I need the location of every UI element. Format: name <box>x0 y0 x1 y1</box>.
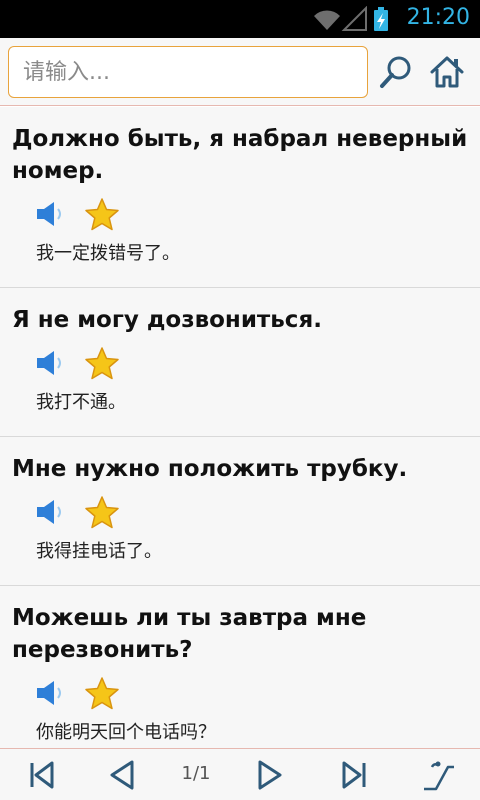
search-input[interactable] <box>8 46 368 98</box>
search-icon <box>380 56 411 88</box>
list-item[interactable]: Я не могу дозвониться. 我打不通。 <box>0 288 480 437</box>
speaker-icon[interactable] <box>34 497 66 527</box>
jump-icon <box>424 761 454 791</box>
chinese-translation: 我打不通。 <box>36 392 126 413</box>
skip-last-icon <box>342 761 366 789</box>
favorite-star-icon[interactable] <box>84 676 120 710</box>
russian-phrase: Я не могу дозвониться. <box>12 307 322 333</box>
bottom-nav: 1/1 <box>0 748 480 800</box>
wifi-icon <box>314 10 340 30</box>
item-actions <box>12 342 468 388</box>
next-page-button[interactable] <box>254 759 286 791</box>
previous-page-button[interactable] <box>106 759 138 791</box>
russian-phrase: Мне нужно положить трубку. <box>12 456 408 482</box>
search-bar <box>0 38 480 106</box>
favorite-star-icon[interactable] <box>84 495 120 529</box>
favorite-star-icon[interactable] <box>84 197 120 231</box>
jump-button[interactable] <box>422 759 454 791</box>
speaker-icon[interactable] <box>34 678 66 708</box>
chinese-translation: 你能明天回个电话吗？ <box>36 722 216 743</box>
status-time: 21:20 <box>406 5 470 30</box>
list-item[interactable]: Мне нужно положить трубку. 我得挂电话了。 <box>0 437 480 586</box>
list-item[interactable]: Должно быть, я набрал неверный номер. 我一… <box>0 107 480 288</box>
home-button[interactable] <box>428 53 466 91</box>
first-page-button[interactable] <box>26 759 58 791</box>
favorite-star-icon[interactable] <box>84 346 120 380</box>
next-icon <box>258 760 282 790</box>
status-bar: 21:20 <box>0 0 480 38</box>
russian-phrase: Можешь ли ты завтра мне перезвонить? <box>12 605 367 663</box>
item-actions <box>12 193 468 239</box>
status-icons <box>314 6 388 31</box>
home-icon <box>430 56 464 88</box>
item-actions <box>12 491 468 537</box>
speaker-icon[interactable] <box>34 199 66 229</box>
last-page-button[interactable] <box>338 759 370 791</box>
skip-first-icon <box>30 761 54 789</box>
battery-charging-icon <box>374 7 388 31</box>
russian-phrase: Должно быть, я набрал неверный номер. <box>12 126 468 184</box>
list-item[interactable]: Можешь ли ты завтра мне перезвонить? 你能明… <box>0 586 480 748</box>
phrase-list[interactable]: Должно быть, я набрал неверный номер. 我一… <box>0 107 480 748</box>
previous-icon <box>110 760 134 790</box>
chinese-translation: 我得挂电话了。 <box>36 541 162 562</box>
chinese-translation: 我一定拨错号了。 <box>36 243 180 264</box>
search-button[interactable] <box>378 54 414 90</box>
speaker-icon[interactable] <box>34 348 66 378</box>
page-indicator: 1/1 <box>181 763 211 784</box>
signal-icon <box>341 6 367 31</box>
item-actions <box>12 672 468 718</box>
